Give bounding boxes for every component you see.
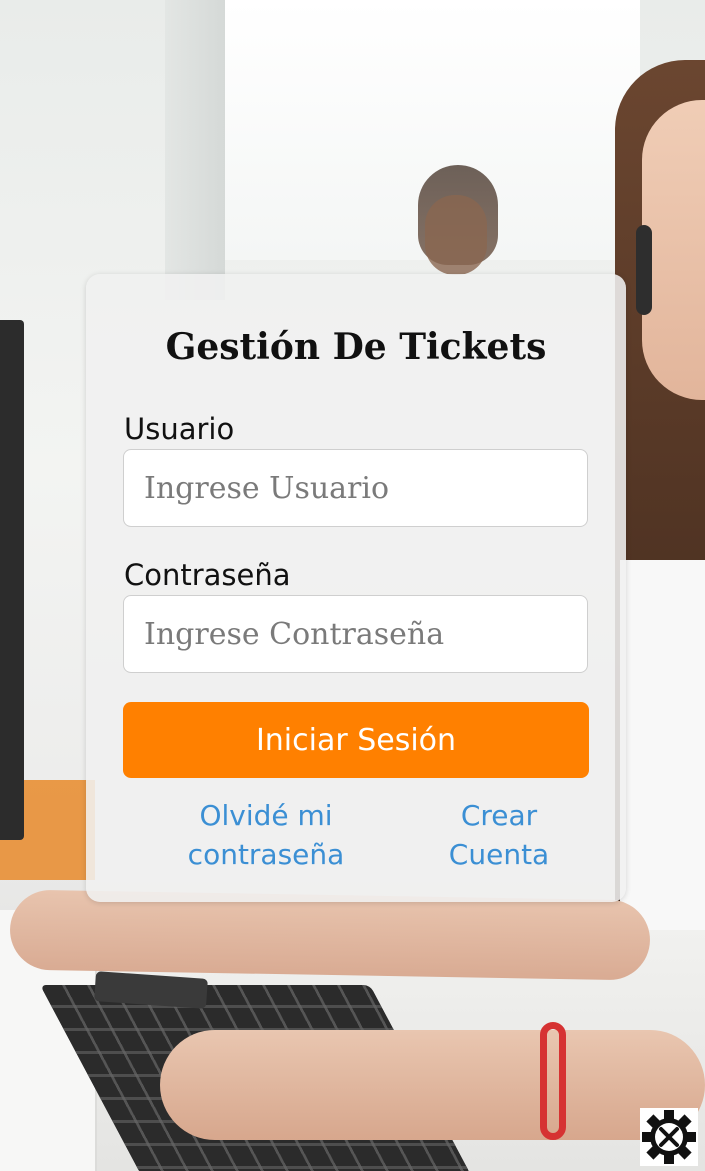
login-card: Gestión De Tickets Usuario Contraseña In… — [86, 274, 626, 902]
gear-tools-icon-svg — [640, 1108, 698, 1166]
bg-person-face — [425, 195, 487, 275]
gear-tools-icon[interactable] — [640, 1108, 698, 1166]
password-input[interactable] — [123, 595, 588, 673]
create-account-line2: Cuenta — [448, 838, 550, 871]
login-button[interactable]: Iniciar Sesión — [123, 702, 589, 778]
username-label: Usuario — [124, 412, 235, 446]
bg-monitor — [0, 320, 24, 840]
forgot-password-line1: Olvidé mi — [199, 799, 333, 832]
username-input[interactable] — [123, 449, 588, 527]
bg-hand — [160, 1030, 705, 1140]
create-account-line1: Crear — [460, 799, 538, 832]
bg-headset — [636, 225, 652, 315]
create-account-link[interactable]: Crear Cuenta — [436, 796, 562, 874]
bg-pillar — [165, 0, 225, 300]
forgot-password-line2: contraseña — [187, 838, 345, 871]
bg-arm — [9, 889, 651, 981]
password-label: Contraseña — [124, 558, 291, 592]
page-title: Gestión De Tickets — [165, 326, 547, 368]
forgot-password-link[interactable]: Olvidé mi contraseña — [176, 796, 356, 874]
bg-bracelet — [540, 1022, 566, 1140]
